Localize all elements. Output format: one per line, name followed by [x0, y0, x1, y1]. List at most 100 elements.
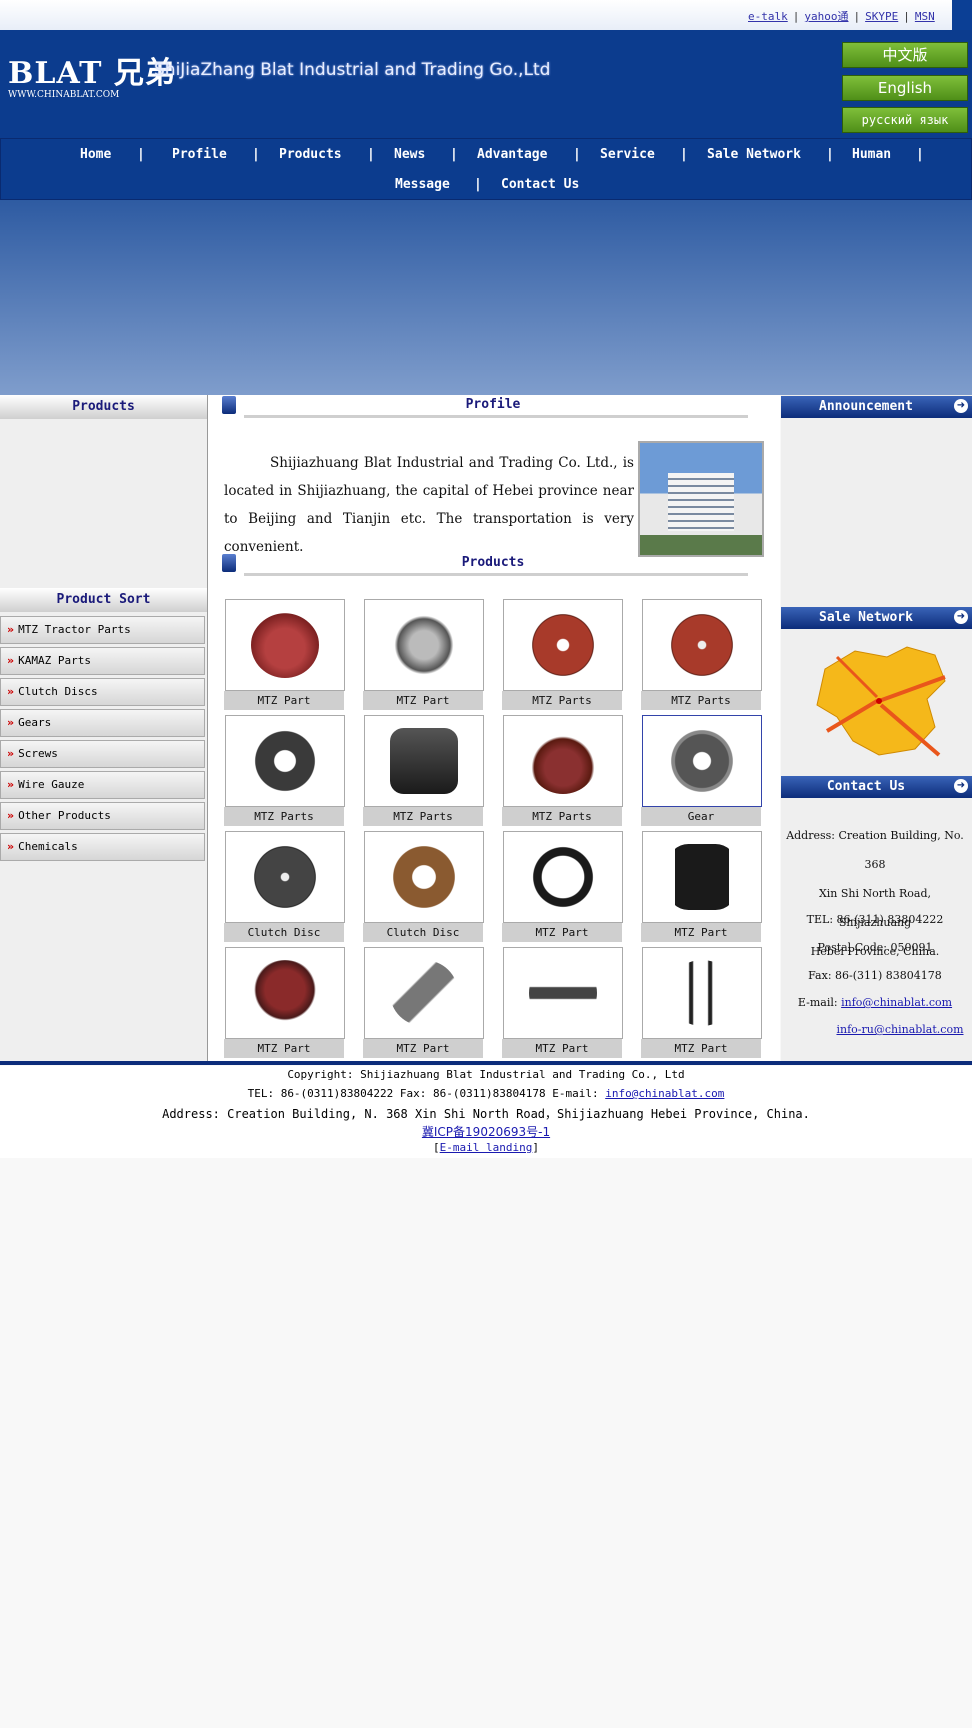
products-heading: Products [208, 553, 780, 579]
go-icon[interactable]: ➜ [954, 399, 968, 413]
product-image[interactable] [225, 947, 345, 1039]
sale-network-heading: Sale Network ➜ [781, 607, 972, 629]
skype-link[interactable]: SKYPE [865, 10, 898, 23]
sort-item-gears[interactable]: » Gears [0, 709, 205, 737]
sort-item-mtz[interactable]: » MTZ Tractor Parts [0, 616, 205, 644]
email-ru-link[interactable]: info-ru@chinablat.com [836, 1023, 963, 1036]
banner [0, 200, 972, 395]
email-landing: [E-mail landing] [433, 1141, 539, 1154]
contact-tel: TEL: 86-(311) 83804222 [806, 913, 944, 926]
product-photo [668, 960, 736, 1026]
product-image[interactable] [642, 715, 762, 807]
nav-contact-us[interactable]: Contact Us [501, 177, 579, 192]
product-image[interactable] [503, 831, 623, 923]
product-caption[interactable]: MTZ Part [224, 691, 344, 710]
product-photo [529, 612, 597, 678]
nav-human[interactable]: Human [852, 147, 891, 162]
product-caption[interactable]: MTZ Part [641, 923, 761, 942]
nav-message[interactable]: Message [395, 177, 450, 192]
nav-news[interactable]: News [394, 147, 425, 162]
product-caption[interactable]: MTZ Parts [224, 807, 344, 826]
product-image[interactable] [503, 715, 623, 807]
product-caption[interactable]: MTZ Part [502, 1039, 622, 1058]
product-caption[interactable]: MTZ Parts [502, 807, 622, 826]
product-caption[interactable]: Gear [641, 807, 761, 826]
go-icon[interactable]: ➜ [954, 779, 968, 793]
main-nav: Home | Profile | Products | News | Advan… [0, 138, 972, 200]
product-caption[interactable]: MTZ Parts [363, 807, 483, 826]
product-photo [529, 844, 597, 910]
yahoo-link[interactable]: yahoo通 [804, 10, 848, 23]
footer-divider [0, 1061, 972, 1065]
etalk-link[interactable]: e-talk [748, 10, 788, 23]
footer: Copyright: Shijiazhuang Blat Industrial … [0, 1066, 972, 1158]
product-image[interactable] [225, 715, 345, 807]
product-image[interactable] [503, 947, 623, 1039]
arrow-icon [222, 554, 236, 572]
email-link[interactable]: info@chinablat.com [841, 996, 952, 1009]
product-caption[interactable]: MTZ Parts [641, 691, 761, 710]
product-photo [251, 612, 319, 678]
nav-advantage[interactable]: Advantage [477, 147, 547, 162]
product-image[interactable] [642, 947, 762, 1039]
product-image[interactable] [642, 599, 762, 691]
product-image[interactable] [364, 831, 484, 923]
product-image[interactable] [225, 831, 345, 923]
contact-email-ru: info-ru@chinablat.com [835, 1023, 965, 1036]
sort-item-wire-gauze[interactable]: » Wire Gauze [0, 771, 205, 799]
product-caption[interactable]: MTZ Part [502, 923, 622, 942]
product-image[interactable] [364, 947, 484, 1039]
product-image[interactable] [364, 599, 484, 691]
product-caption[interactable]: MTZ Parts [502, 691, 622, 710]
chinese-version-button[interactable]: 中文版 [842, 42, 968, 68]
product-caption[interactable]: MTZ Part [224, 1039, 344, 1058]
product-caption[interactable]: MTZ Part [363, 691, 483, 710]
email-landing-link[interactable]: E-mail landing [440, 1141, 533, 1154]
product-photo [668, 612, 736, 678]
nav-service[interactable]: Service [600, 147, 655, 162]
product-photo [251, 728, 319, 794]
product-image[interactable] [503, 599, 623, 691]
product-photo [529, 728, 597, 794]
china-sale-map[interactable] [807, 641, 957, 763]
products-heading: Products [0, 395, 207, 419]
company-name: ShiJiaZhang Blat Industrial and Trading … [154, 60, 551, 80]
nav-sale-network[interactable]: Sale Network [707, 147, 801, 162]
sort-item-kamaz[interactable]: » KAMAZ Parts [0, 647, 205, 675]
go-icon[interactable]: ➜ [954, 610, 968, 624]
product-caption[interactable]: Clutch Disc [224, 923, 344, 942]
footer-address: Address: Creation Building, N. 368 Xin S… [162, 1107, 810, 1121]
profile-text: Shijiazhuang Blat Industrial and Trading… [224, 455, 634, 555]
sort-item-other[interactable]: » Other Products [0, 802, 205, 830]
msn-link[interactable]: MSN [915, 10, 935, 23]
product-image[interactable] [642, 831, 762, 923]
nav-products[interactable]: Products [279, 147, 342, 162]
footer-email-link[interactable]: info@chinablat.com [605, 1087, 724, 1100]
russian-version-button[interactable]: русский язык [842, 107, 968, 133]
product-caption[interactable]: Clutch Disc [363, 923, 483, 942]
announcement-heading: Announcement ➜ [781, 396, 972, 418]
sort-item-chemicals[interactable]: » Chemicals [0, 833, 205, 861]
sort-item-screws[interactable]: » Screws [0, 740, 205, 768]
arrow-icon [222, 396, 236, 414]
product-photo [251, 960, 319, 1026]
nav-home[interactable]: Home [80, 147, 111, 162]
product-photo [251, 844, 319, 910]
icp-record: 冀ICP备19020693号-1 [0, 1123, 972, 1140]
nav-profile[interactable]: Profile [172, 147, 227, 162]
top-link-bar: e-talk | yahoo通 | SKYPE | MSN [0, 0, 972, 30]
product-image[interactable] [364, 715, 484, 807]
icp-link[interactable]: 冀ICP备19020693号-1 [422, 1125, 550, 1139]
logo[interactable]: BLAT 兄弟 WWW.CHINABLAT.COM [8, 48, 176, 100]
sort-item-clutch-discs[interactable]: » Clutch Discs [0, 678, 205, 706]
product-photo [390, 960, 458, 1026]
english-version-button[interactable]: English [842, 75, 968, 101]
copyright: Copyright: Shijiazhuang Blat Industrial … [287, 1068, 685, 1081]
right-sidebar: Announcement ➜ Sale Network ➜ Contact Us ➜ … [781, 395, 972, 1061]
contact-us-heading: Contact Us ➜ [781, 776, 972, 798]
office-building-image[interactable] [638, 441, 764, 557]
product-image[interactable] [225, 599, 345, 691]
product-caption[interactable]: MTZ Part [363, 1039, 483, 1058]
product-caption[interactable]: MTZ Part [641, 1039, 761, 1058]
corner-block [952, 0, 972, 30]
